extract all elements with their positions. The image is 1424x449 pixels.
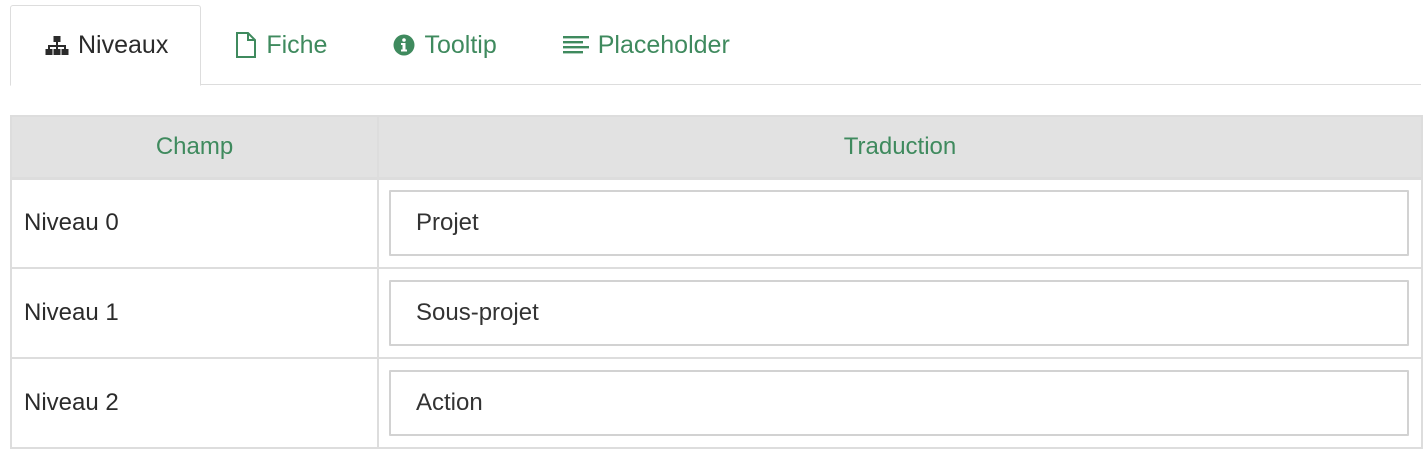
translation-table: Champ Traduction Niveau 0 Niveau 1 Nivea… bbox=[10, 115, 1423, 449]
align-left-icon bbox=[562, 35, 589, 55]
column-header-champ: Champ bbox=[10, 115, 379, 180]
tab-fiche[interactable]: Fiche bbox=[201, 5, 359, 85]
table-header-row: Champ Traduction bbox=[10, 115, 1423, 180]
translation-cell bbox=[377, 177, 1423, 269]
tab-placeholder[interactable]: Placeholder bbox=[529, 5, 762, 85]
tab-label: Fiche bbox=[266, 30, 328, 59]
translation-cell bbox=[377, 267, 1423, 359]
tab-tooltip[interactable]: Tooltip bbox=[359, 5, 528, 85]
translation-input-niveau-2[interactable] bbox=[389, 370, 1409, 436]
tab-label: Tooltip bbox=[424, 30, 497, 59]
table-row: Niveau 0 bbox=[10, 177, 1423, 269]
table-row: Niveau 2 bbox=[10, 357, 1423, 449]
column-header-traduction: Traduction bbox=[377, 115, 1423, 180]
tab-bar: Niveaux Fiche Tooltip Placeholder bbox=[10, 5, 1421, 86]
sitemap-icon bbox=[45, 35, 69, 57]
field-label: Niveau 2 bbox=[10, 357, 379, 449]
translation-input-niveau-1[interactable] bbox=[389, 280, 1409, 346]
translation-input-niveau-0[interactable] bbox=[389, 190, 1409, 257]
tab-niveaux[interactable]: Niveaux bbox=[10, 5, 202, 86]
tab-label: Placeholder bbox=[597, 30, 730, 59]
info-circle-icon bbox=[393, 34, 415, 56]
file-icon bbox=[235, 32, 257, 58]
field-label: Niveau 0 bbox=[10, 177, 379, 269]
translation-cell bbox=[377, 357, 1423, 449]
field-label: Niveau 1 bbox=[10, 267, 379, 359]
tab-label: Niveaux bbox=[78, 31, 169, 59]
table-row: Niveau 1 bbox=[10, 267, 1423, 359]
